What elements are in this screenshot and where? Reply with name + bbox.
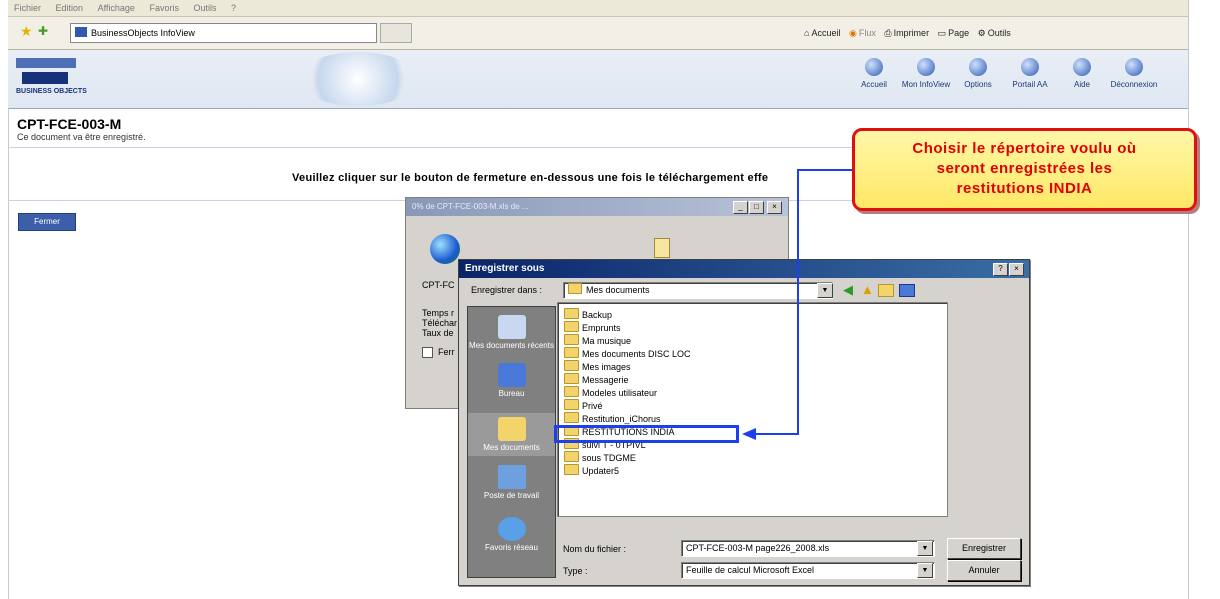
callout-line-2: seront enregistrées les [936, 160, 1113, 177]
callout-line-1: Choisir le répertoire voulu où [912, 140, 1137, 157]
annotation-arrow [742, 169, 852, 440]
arrow-head [742, 428, 756, 440]
callout-box: Choisir le répertoire voulu où seront en… [852, 128, 1197, 211]
arrow-line [752, 169, 852, 435]
callout-line-3: restitutions INDIA [956, 180, 1093, 197]
